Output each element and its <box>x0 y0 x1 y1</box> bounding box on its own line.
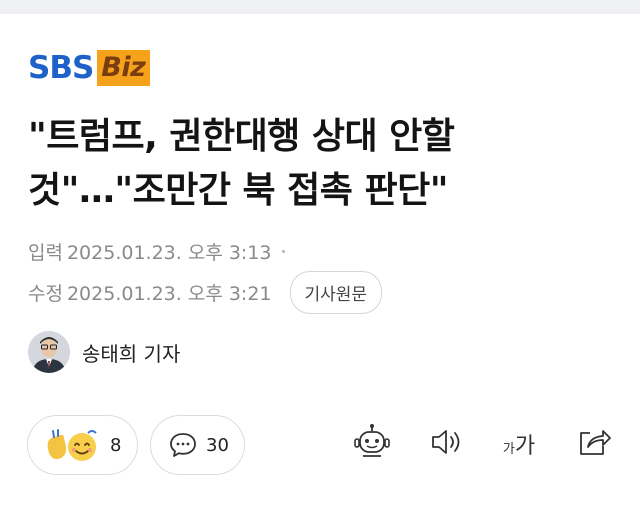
published-row: 입력 2025.01.23. 오후 3:13 <box>28 238 285 265</box>
reaction-count: 8 <box>110 434 122 456</box>
published-time: 2025.01.23. 오후 3:13 <box>66 242 272 264</box>
share-icon <box>576 425 612 463</box>
original-article-button[interactable]: 기사원문 <box>289 271 383 314</box>
article-title-line-2: 것"…"조만간 북 접촉 판단" <box>28 170 448 211</box>
status-bar-strip <box>0 0 640 14</box>
font-size-button[interactable]: 가 가 <box>496 424 542 464</box>
separator-dot <box>281 250 285 253</box>
font-size-icon: 가 가 <box>503 428 535 460</box>
modified-label: 수정 <box>28 283 63 305</box>
comment-button[interactable]: 30 <box>150 415 245 475</box>
reporter-byline[interactable]: 송태희 기자 <box>28 331 180 373</box>
font-size-small-label: 가 <box>502 442 515 457</box>
clap-smile-emoji-icon <box>44 425 102 465</box>
logo-sbs-text: SBS <box>28 50 94 86</box>
modified-time: 2025.01.23. 오후 3:21 <box>66 283 272 305</box>
reporter-name: 송태희 기자 <box>82 341 181 366</box>
font-size-large-label: 가 <box>514 434 536 459</box>
reaction-button[interactable]: 8 <box>27 415 138 475</box>
robot-summary-button[interactable] <box>350 424 394 464</box>
published-label: 입력 <box>28 242 63 264</box>
share-button[interactable] <box>572 424 616 464</box>
speaker-icon <box>428 425 464 463</box>
comment-bubble-icon <box>168 430 198 460</box>
article-title: "트럼프, 권한대행 상대 안할 것"…"조만간 북 접촉 판단" <box>28 110 588 218</box>
reporter-avatar <box>28 331 70 373</box>
modified-row: 수정 2025.01.23. 오후 3:21 기사원문 <box>28 271 383 314</box>
logo-biz-text: Biz <box>97 50 151 86</box>
sbs-biz-logo[interactable]: SBS Biz <box>28 50 151 86</box>
article-title-line-1: "트럼프, 권한대행 상대 안할 <box>28 116 455 157</box>
comment-count: 30 <box>206 434 229 456</box>
robot-summary-icon <box>352 423 392 465</box>
text-to-speech-button[interactable] <box>424 424 468 464</box>
